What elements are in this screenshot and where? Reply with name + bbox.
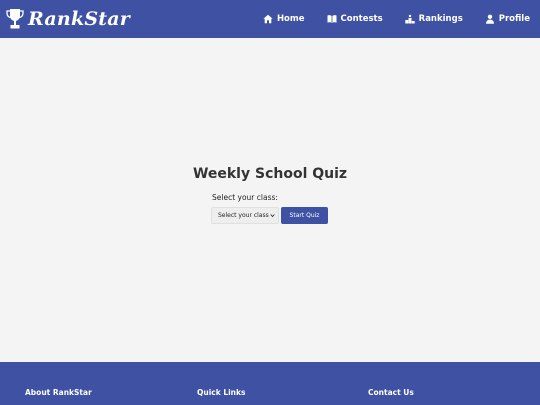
start-quiz-button[interactable]: Start Quiz <box>281 207 328 224</box>
podium-icon <box>404 14 415 24</box>
footer: About RankStar Quick Links Contact Us <box>0 362 540 405</box>
user-icon <box>485 14 494 24</box>
class-select-value: Select your class <box>218 212 269 219</box>
home-icon <box>263 14 273 24</box>
nav-contests-label: Contests <box>340 14 383 24</box>
class-select[interactable]: Select your class <box>211 207 279 224</box>
nav-home-label: Home <box>276 14 305 24</box>
brand-logo[interactable]: RankStar <box>6 8 130 30</box>
main-content: Weekly School Quiz Select your class: Se… <box>0 38 540 362</box>
chevron-down-icon <box>270 214 275 218</box>
trophy-icon <box>6 9 24 29</box>
class-select-label: Select your class: <box>212 193 278 202</box>
nav-rankings-label: Rankings <box>418 14 463 24</box>
footer-about-heading: About RankStar <box>25 388 92 397</box>
book-icon <box>327 15 337 23</box>
nav-contests[interactable]: Contests <box>327 14 383 24</box>
nav-home[interactable]: Home <box>263 14 305 24</box>
nav-links: Home Contests Rankings Profile <box>241 0 530 38</box>
page-title: Weekly School Quiz <box>192 166 348 182</box>
brand-name: RankStar <box>28 8 130 30</box>
footer-contact-heading: Contact Us <box>368 388 414 397</box>
top-navbar: RankStar Home Contests Rankings Profile <box>0 0 540 38</box>
nav-profile[interactable]: Profile <box>485 14 530 24</box>
nav-rankings[interactable]: Rankings <box>404 14 463 24</box>
nav-profile-label: Profile <box>498 14 530 24</box>
footer-links-heading: Quick Links <box>197 388 246 397</box>
